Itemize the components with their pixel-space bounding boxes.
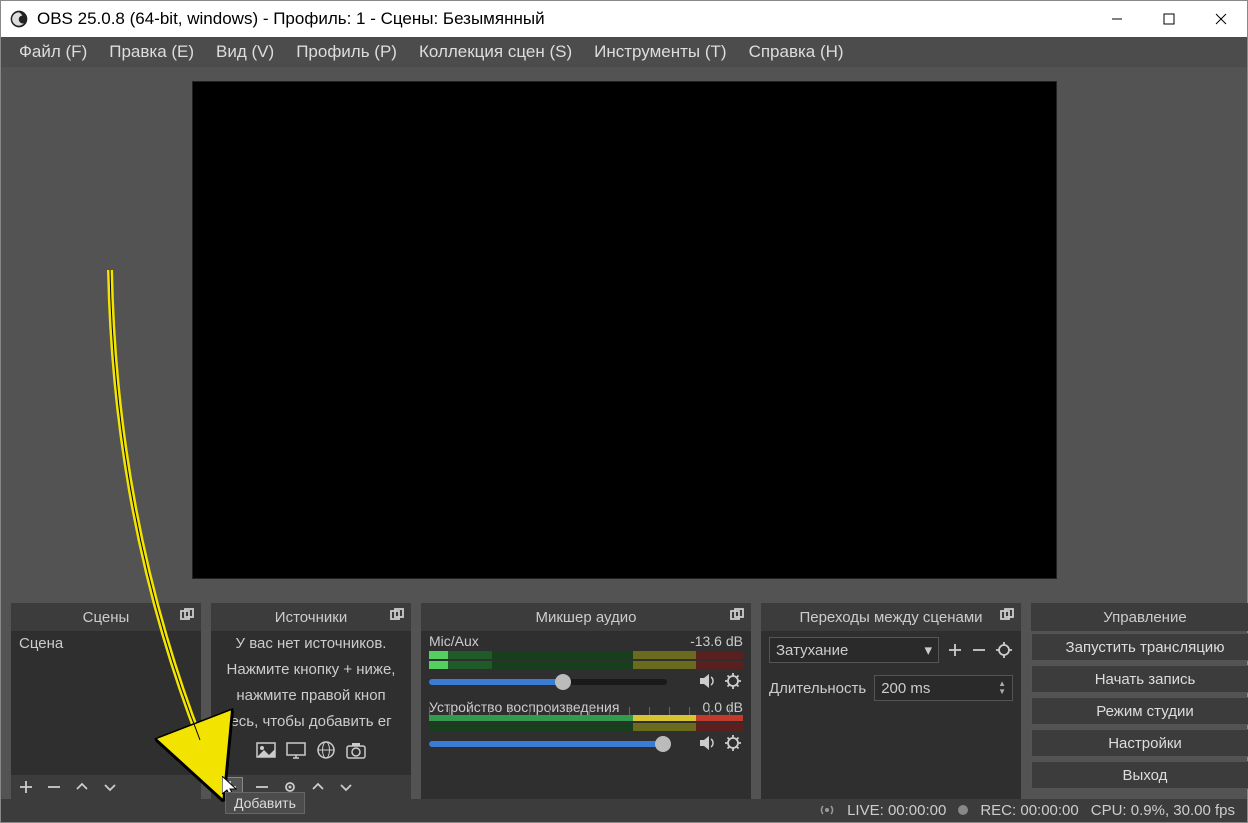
sources-empty-label: нажмите правой кноп bbox=[211, 683, 411, 709]
popout-icon[interactable] bbox=[730, 608, 746, 624]
settings-button[interactable]: Настройки bbox=[1031, 729, 1248, 757]
preview-canvas[interactable] bbox=[192, 81, 1057, 579]
transition-settings-button[interactable] bbox=[995, 641, 1013, 659]
duration-value: 200 ms bbox=[881, 680, 930, 697]
broadcast-icon bbox=[819, 802, 835, 818]
add-transition-button[interactable] bbox=[947, 642, 963, 658]
sources-hint-icons bbox=[211, 735, 411, 765]
spin-down-icon[interactable]: ▼ bbox=[998, 688, 1006, 696]
audio-ticks bbox=[429, 715, 743, 721]
mixer-channel-db: -13.6 dB bbox=[690, 633, 743, 649]
start-record-button[interactable]: Начать запись bbox=[1031, 665, 1248, 693]
menu-profile[interactable]: Профиль (P) bbox=[288, 38, 405, 66]
tooltip-text: Добавить bbox=[234, 795, 296, 811]
menubar: Файл (F) Правка (E) Вид (V) Профиль (P) … bbox=[1, 37, 1247, 67]
popout-icon[interactable] bbox=[390, 608, 406, 624]
mixer-header: Микшер аудио bbox=[421, 603, 751, 631]
move-source-down-button[interactable] bbox=[337, 778, 355, 796]
statusbar: LIVE: 00:00:00 REC: 00:00:00 CPU: 0.9%, … bbox=[1, 799, 1247, 822]
gear-icon[interactable] bbox=[723, 733, 743, 753]
monitor-icon bbox=[285, 739, 307, 761]
mixer-panel: Микшер аудио Mic/Aux -13.6 dB bbox=[421, 603, 751, 799]
sources-empty-label: есь, чтобы добавить ег bbox=[211, 709, 411, 735]
record-dot-icon bbox=[958, 805, 968, 815]
transitions-header: Переходы между сценами bbox=[761, 603, 1021, 631]
remove-scene-button[interactable] bbox=[45, 778, 63, 796]
scenes-panel: Сцены Сцена bbox=[11, 603, 201, 799]
add-scene-button[interactable] bbox=[17, 778, 35, 796]
menu-file[interactable]: Файл (F) bbox=[11, 38, 95, 66]
transition-selected: Затухание bbox=[776, 642, 848, 659]
sources-title: Источники bbox=[275, 609, 347, 626]
sources-header: Источники bbox=[211, 603, 411, 631]
controls-title: Управление bbox=[1103, 609, 1186, 626]
mixer-channel-name: Mic/Aux bbox=[429, 633, 479, 649]
move-scene-down-button[interactable] bbox=[101, 778, 119, 796]
menu-view[interactable]: Вид (V) bbox=[208, 38, 282, 66]
mixer-title: Микшер аудио bbox=[536, 609, 637, 626]
rec-time: REC: 00:00:00 bbox=[980, 802, 1078, 819]
scenes-title: Сцены bbox=[83, 609, 130, 626]
menu-edit[interactable]: Правка (E) bbox=[101, 38, 202, 66]
chevron-down-icon: ▾ bbox=[924, 641, 932, 659]
preview-area bbox=[1, 67, 1247, 603]
audio-meter bbox=[429, 651, 743, 659]
move-scene-up-button[interactable] bbox=[73, 778, 91, 796]
audio-meter bbox=[429, 723, 743, 731]
image-icon bbox=[255, 739, 277, 761]
speaker-icon[interactable] bbox=[697, 671, 717, 691]
scenes-toolbar bbox=[11, 775, 201, 799]
remove-transition-button[interactable] bbox=[971, 642, 987, 658]
volume-slider[interactable] bbox=[429, 741, 667, 747]
menu-tools[interactable]: Инструменты (T) bbox=[586, 38, 734, 66]
studio-mode-button[interactable]: Режим студии bbox=[1031, 697, 1248, 725]
globe-icon bbox=[315, 739, 337, 761]
titlebar: OBS 25.0.8 (64-bit, windows) - Профиль: … bbox=[1, 1, 1247, 37]
tooltip: Добавить bbox=[225, 792, 305, 814]
scene-item[interactable]: Сцена bbox=[11, 631, 201, 656]
gear-icon[interactable] bbox=[723, 671, 743, 691]
duration-label: Длительность bbox=[769, 680, 866, 697]
sources-empty-label: У вас нет источников. bbox=[211, 631, 411, 657]
mixer-channel-desktop: Устройство воспроизведения 0.0 dB bbox=[421, 697, 751, 759]
camera-icon bbox=[345, 739, 367, 761]
sources-empty-label: Нажмите кнопку + ниже, bbox=[211, 657, 411, 683]
scenes-header: Сцены bbox=[11, 603, 201, 631]
exit-button[interactable]: Выход bbox=[1031, 761, 1248, 789]
menu-scene-collection[interactable]: Коллекция сцен (S) bbox=[411, 38, 580, 66]
live-time: LIVE: 00:00:00 bbox=[847, 802, 946, 819]
popout-icon[interactable] bbox=[1000, 608, 1016, 624]
speaker-icon[interactable] bbox=[697, 733, 717, 753]
duration-spinbox[interactable]: 200 ms ▲▼ bbox=[874, 675, 1013, 701]
move-source-up-button[interactable] bbox=[309, 778, 327, 796]
close-button[interactable] bbox=[1195, 1, 1247, 37]
volume-slider[interactable] bbox=[429, 679, 667, 685]
cpu-fps: CPU: 0.9%, 30.00 fps bbox=[1091, 802, 1235, 819]
menu-help[interactable]: Справка (H) bbox=[741, 38, 852, 66]
maximize-button[interactable] bbox=[1143, 1, 1195, 37]
obs-logo-icon bbox=[9, 9, 29, 29]
mixer-channel-mic: Mic/Aux -13.6 dB bbox=[421, 631, 751, 697]
transitions-title: Переходы между сценами bbox=[799, 609, 982, 626]
start-stream-button[interactable]: Запустить трансляцию bbox=[1031, 633, 1248, 661]
minimize-button[interactable] bbox=[1091, 1, 1143, 37]
sources-panel: Источники У вас нет источников. Нажмите … bbox=[211, 603, 411, 799]
window-title: OBS 25.0.8 (64-bit, windows) - Профиль: … bbox=[37, 9, 1091, 29]
transition-select[interactable]: Затухание ▾ bbox=[769, 637, 939, 663]
popout-icon[interactable] bbox=[180, 608, 196, 624]
controls-panel: Управление Запустить трансляцию Начать з… bbox=[1031, 603, 1248, 799]
controls-header: Управление bbox=[1031, 603, 1248, 631]
transitions-panel: Переходы между сценами Затухание ▾ Длите… bbox=[761, 603, 1021, 799]
audio-meter bbox=[429, 661, 743, 669]
